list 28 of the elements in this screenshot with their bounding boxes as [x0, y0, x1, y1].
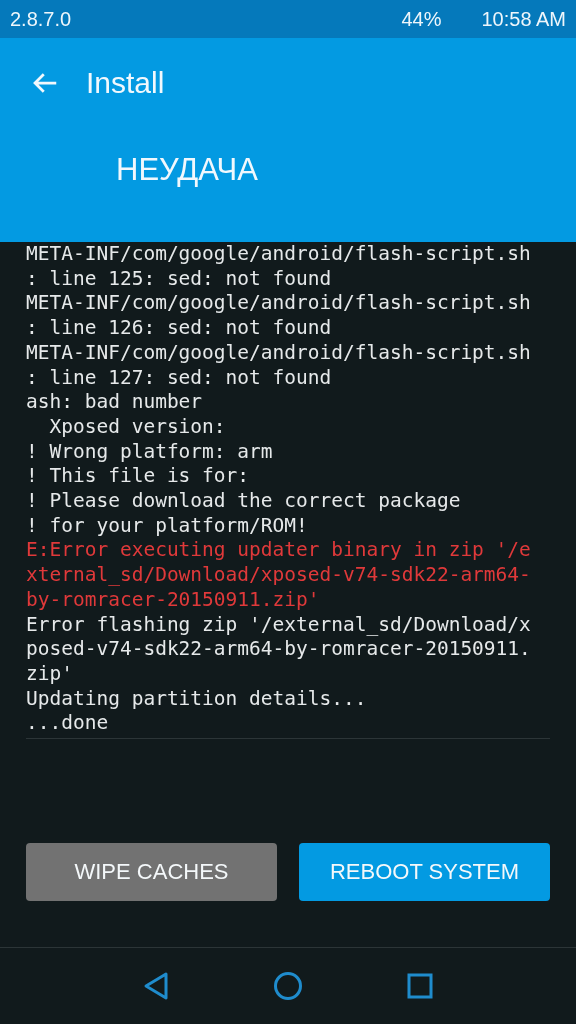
- home-icon[interactable]: [272, 970, 304, 1002]
- log-line: Updating partition details...: [26, 686, 368, 712]
- log-line: : line 127: sed: not found: [26, 365, 333, 391]
- log-line: ...done: [26, 711, 110, 737]
- log-line: ! for your platform/ROM!: [26, 513, 309, 539]
- log-error-line: by-romracer-20150911.zip': [26, 587, 321, 613]
- log-line: ! Please download the correct package: [26, 489, 462, 514]
- log-line: META-INF/com/google/android/flash-script.sh: [26, 340, 532, 366]
- log-line: META-INF/com/google/android/flash-script.sh: [26, 291, 532, 317]
- log-line: : line 125: sed: not found: [26, 266, 333, 292]
- version-text: 2.8.7.0: [10, 7, 72, 31]
- log-error-line: E:Error executing updater binary in zip '/e: [26, 538, 532, 564]
- log-line: ash: bad number: [26, 390, 204, 415]
- log-line: ! This file is for:: [26, 464, 251, 490]
- wipe-button[interactable]: WIPE CACHES: [26, 843, 277, 901]
- result-status: НЕУДАЧА: [116, 152, 259, 188]
- log-line: ! Wrong platform: arm: [26, 439, 274, 465]
- log-line: posed-v74-sdk22-arm64-by-romracer-20150911.: [26, 637, 532, 662]
- log-line: Error flashing zip '/external_sd/Download/x: [26, 612, 532, 638]
- reboot-button[interactable]: REBOOT SYSTEM: [299, 843, 550, 901]
- log-line: Xposed version:: [48, 414, 227, 440]
- page-title: Install: [86, 66, 165, 100]
- battery-text: 44%: [401, 7, 442, 31]
- log-line: META-INF/com/google/android/flash-script.sh: [26, 242, 532, 267]
- log-error-line: xternal_sd/Download/xposed-v74-sdk22-arm64-: [26, 563, 532, 588]
- clock-text: 10:58 AM: [481, 7, 566, 31]
- log-line: : line 126: sed: not found: [26, 316, 333, 341]
- log-line: zip': [26, 661, 74, 687]
